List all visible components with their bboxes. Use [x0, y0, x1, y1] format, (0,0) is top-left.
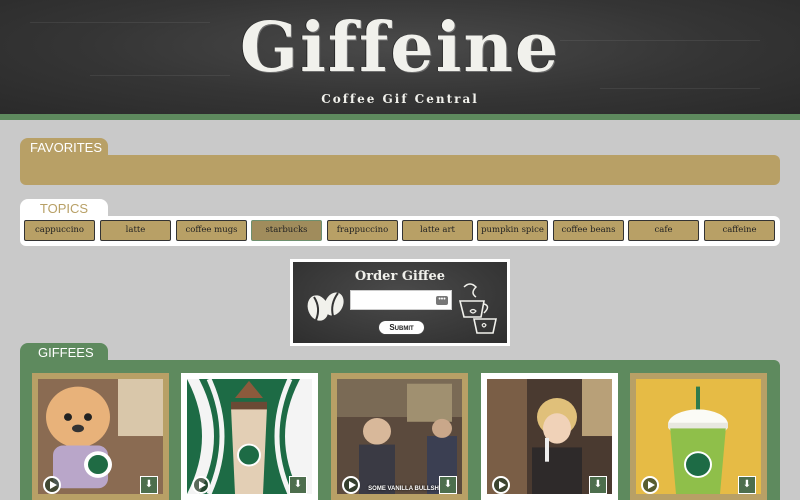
gif-caption: SOME VANILLA BULLSH*T, — [368, 486, 446, 492]
play-button[interactable] — [641, 476, 659, 494]
topic-button-frappuccino[interactable]: frappuccino — [327, 220, 398, 241]
order-form: Order Giffee ••• Submit — [290, 259, 510, 346]
topic-button-starbucks[interactable]: starbucks — [251, 220, 322, 241]
header-banner: Giffeine Coffee Gif Central — [0, 0, 800, 120]
topic-button-latte[interactable]: latte — [100, 220, 171, 241]
play-button[interactable] — [43, 476, 61, 494]
play-button[interactable] — [342, 476, 360, 494]
gif-card[interactable]: ⬇ — [181, 373, 318, 500]
coffee-beans-icon — [307, 292, 344, 321]
gif-card[interactable]: ⬇ — [481, 373, 618, 500]
gif-card[interactable]: ⬇ — [630, 373, 767, 500]
play-button[interactable] — [492, 476, 510, 494]
chalk-streak — [600, 88, 760, 89]
submit-button[interactable]: Submit — [378, 320, 425, 335]
topics-panel: cappuccino latte coffee mugs starbucks f… — [20, 216, 780, 246]
topic-button-cappuccino[interactable]: cappuccino — [24, 220, 95, 241]
coffee-cups-icon — [458, 283, 497, 334]
topic-button-coffee-mugs[interactable]: coffee mugs — [176, 220, 247, 241]
download-button[interactable]: ⬇ — [589, 476, 607, 494]
autofill-dots-icon[interactable]: ••• — [436, 296, 448, 305]
download-button[interactable]: ⬇ — [439, 476, 457, 494]
download-button[interactable]: ⬇ — [738, 476, 756, 494]
topic-button-pumpkin-spice[interactable]: pumpkin spice — [477, 220, 548, 241]
gif-card[interactable]: SOME VANILLA BULLSH*T, ⬇ — [331, 373, 468, 500]
topic-button-coffee-beans[interactable]: coffee beans — [553, 220, 624, 241]
gif-card[interactable]: ⬇ — [32, 373, 169, 500]
topic-button-caffeine[interactable]: caffeine — [704, 220, 775, 241]
download-button[interactable]: ⬇ — [140, 476, 158, 494]
favorites-panel — [20, 155, 780, 185]
site-tagline: Coffee Gif Central — [321, 92, 479, 106]
topic-button-cafe[interactable]: cafe — [628, 220, 699, 241]
play-button[interactable] — [192, 476, 210, 494]
topic-button-latte-art[interactable]: latte art — [402, 220, 473, 241]
site-logo[interactable]: Giffeine — [0, 8, 800, 88]
download-button[interactable]: ⬇ — [289, 476, 307, 494]
